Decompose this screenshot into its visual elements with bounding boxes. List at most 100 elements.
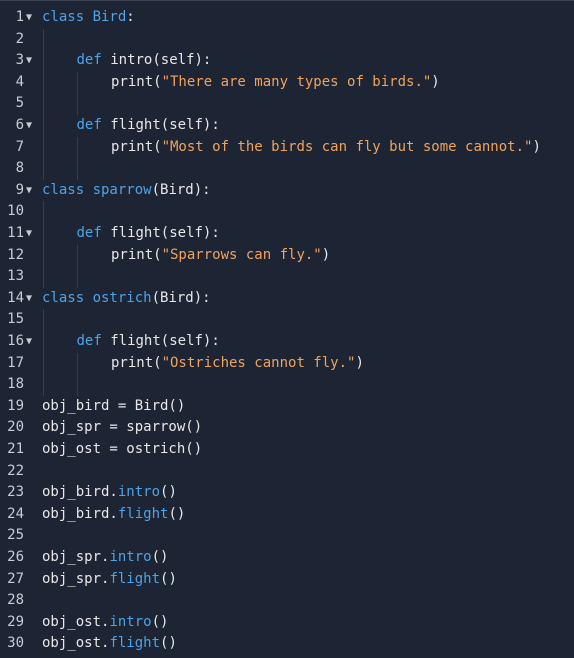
fold-arrow-icon[interactable]: ▼ xyxy=(26,7,36,29)
code-line[interactable]: 3 ▼ def intro(self): xyxy=(0,50,574,72)
code-line[interactable]: 15 xyxy=(0,309,574,331)
code-line[interactable]: 18 xyxy=(0,374,574,396)
code-token: class xyxy=(42,9,93,25)
line-number: 7 xyxy=(15,138,24,155)
code-token: def xyxy=(76,117,111,133)
line-number: 2 xyxy=(15,30,24,47)
indent-guide xyxy=(77,71,78,115)
line-number: 24 xyxy=(7,505,24,522)
code-line[interactable]: 6 ▼ def flight(self): xyxy=(0,115,574,137)
code-line[interactable]: 9 ▼ class sparrow(Bird): xyxy=(0,180,574,202)
code-text: obj_spr.intro() xyxy=(42,547,168,569)
code-line[interactable]: 1 ▼ class Bird: xyxy=(0,7,574,29)
line-number: 27 xyxy=(7,570,24,587)
code-text: obj_spr = sparrow() xyxy=(42,417,202,439)
code-text: def flight(self): xyxy=(77,331,220,353)
code-line[interactable]: 26 obj_spr.intro() xyxy=(0,547,574,569)
line-number: 23 xyxy=(7,484,24,501)
fold-arrow-icon[interactable]: ▼ xyxy=(26,223,36,245)
line-number: 28 xyxy=(7,592,24,609)
code-line[interactable]: 20 obj_spr = sparrow() xyxy=(0,417,574,439)
code-token: def xyxy=(76,52,111,69)
code-token: ostrich xyxy=(92,289,152,306)
code-line[interactable]: 17 print("Ostriches cannot fly.") xyxy=(0,353,574,375)
code-token: obj_spr = sparrow() xyxy=(42,419,203,436)
code-text: obj_ost = ostrich() xyxy=(42,439,202,461)
code-text: def flight(self): xyxy=(77,223,220,245)
code-token: obj_bird. xyxy=(42,484,118,501)
code-token: obj_bird = Bird() xyxy=(42,397,186,414)
code-token: def xyxy=(76,225,111,241)
code-token: intro xyxy=(109,549,152,565)
code-editor[interactable]: 1 ▼ class Bird: 2 3 ▼ def intro(self): 4 print("… xyxy=(0,0,574,658)
code-line[interactable]: 14 ▼ class ostrich(Bird): xyxy=(0,288,574,310)
code-line[interactable]: 2 xyxy=(0,29,574,51)
code-token: "There are many types of birds." xyxy=(161,73,432,90)
line-number: 13 xyxy=(7,268,24,285)
code-token: () xyxy=(160,484,177,501)
code-token: intro xyxy=(109,613,152,630)
code-token: intro(self): xyxy=(110,52,212,69)
line-number: 11 xyxy=(7,225,24,241)
code-token: : xyxy=(126,9,135,25)
line-number: 4 xyxy=(15,73,24,90)
code-line[interactable]: 29 obj_ost.intro() xyxy=(0,612,574,634)
indent-guide xyxy=(77,136,78,180)
code-token: flight(self): xyxy=(110,117,220,133)
code-token: print( xyxy=(111,138,162,155)
code-text: obj_bird.flight() xyxy=(42,504,185,526)
code-line[interactable]: 10 xyxy=(0,201,574,223)
code-token: "Ostriches cannot fly." xyxy=(161,354,356,371)
code-text: print("Sparrows can fly.") xyxy=(111,245,330,267)
code-text: obj_ost.intro() xyxy=(42,612,168,634)
fold-arrow-icon[interactable]: ▼ xyxy=(26,331,36,353)
line-number: 25 xyxy=(7,527,24,544)
line-number: 20 xyxy=(7,419,24,436)
code-token: () xyxy=(160,570,177,587)
code-line[interactable]: 8 xyxy=(0,158,574,180)
code-line[interactable]: 11 ▼ def flight(self): xyxy=(0,223,574,245)
code-line[interactable]: 30 obj_ost.flight() xyxy=(0,633,574,655)
code-token: obj_bird. xyxy=(42,505,118,522)
code-token: obj_ost. xyxy=(42,635,110,652)
line-number: 3 xyxy=(15,52,24,69)
code-token: def xyxy=(76,333,111,349)
code-token: () xyxy=(168,505,186,522)
code-line[interactable]: 12 print("Sparrows can fly.") xyxy=(0,245,574,267)
line-number: 10 xyxy=(7,203,24,220)
code-line[interactable]: 21 obj_ost = ostrich() xyxy=(0,439,574,461)
indent-guide xyxy=(43,28,44,180)
indent-guide xyxy=(77,352,78,396)
line-number: 1 xyxy=(15,9,24,25)
fold-arrow-icon[interactable]: ▼ xyxy=(26,288,36,310)
code-line[interactable]: 16 ▼ def flight(self): xyxy=(0,331,574,353)
code-text: obj_ost.flight() xyxy=(42,633,177,655)
code-token: flight xyxy=(109,570,161,587)
code-line[interactable]: 7 print("Most of the birds can fly but so… xyxy=(0,137,574,159)
line-number: 26 xyxy=(7,549,24,565)
code-line[interactable]: 23 obj_bird.intro() xyxy=(0,482,574,504)
code-token: Bird xyxy=(92,9,127,25)
fold-arrow-icon[interactable]: ▼ xyxy=(26,50,36,72)
line-number: 6 xyxy=(15,117,24,133)
code-line[interactable]: 4 print("There are many types of birds.") xyxy=(0,72,574,94)
fold-arrow-icon[interactable]: ▼ xyxy=(26,115,36,137)
code-token: obj_spr. xyxy=(42,570,110,587)
line-number: 18 xyxy=(7,376,24,393)
code-line[interactable]: 24 obj_bird.flight() xyxy=(0,504,574,526)
code-text: class sparrow(Bird): xyxy=(42,180,211,202)
code-line[interactable]: 28 xyxy=(0,590,574,612)
code-line[interactable]: 25 xyxy=(0,525,574,547)
line-number: 8 xyxy=(15,160,24,177)
line-number: 9 xyxy=(15,181,24,198)
code-line[interactable]: 19 obj_bird = Bird() xyxy=(0,396,574,418)
fold-arrow-icon[interactable]: ▼ xyxy=(26,180,36,202)
code-line[interactable]: 22 xyxy=(0,461,574,483)
code-line[interactable]: 5 xyxy=(0,93,574,115)
code-text: print("There are many types of birds.") xyxy=(111,72,440,94)
code-token: ) xyxy=(355,354,364,371)
line-number: 17 xyxy=(7,354,24,371)
code-text: obj_bird.intro() xyxy=(42,482,177,504)
code-line[interactable]: 27 obj_spr.flight() xyxy=(0,569,574,591)
code-line[interactable]: 13 xyxy=(0,266,574,288)
